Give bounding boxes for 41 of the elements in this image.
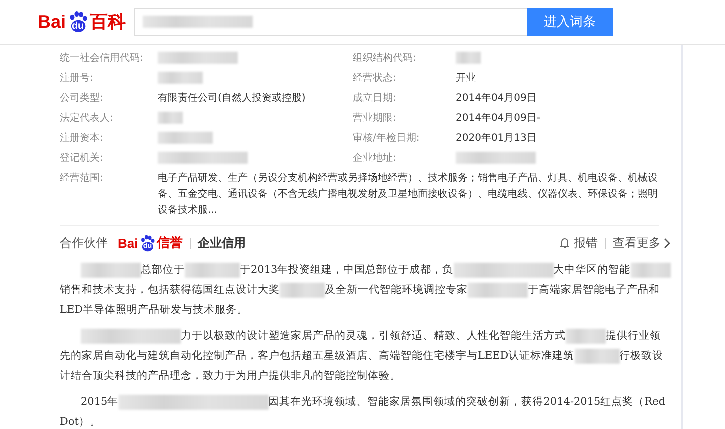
field-value: 2020年01月13日 bbox=[456, 132, 538, 146]
blurred-text bbox=[456, 52, 481, 64]
logo-product: 百科 bbox=[90, 11, 126, 34]
field-label: 注册号: bbox=[60, 72, 94, 86]
business-scope: 电子产品研发、生产（另设分支机构经营或另择场地经营）、技术服务；销售电子产品、灯具、机电设备、机械设备、五金交电、通讯设备（不含无线广播电视发射及卫星地面接收设备）、电缆电线、仪器仪表、环保设备；照明设备技术服... bbox=[158, 172, 659, 218]
field-label: 企业地址: bbox=[353, 152, 398, 166]
blurred-text bbox=[158, 72, 203, 84]
blurred-text bbox=[158, 132, 213, 144]
field-label: 注册资本: bbox=[60, 132, 104, 146]
paw-icon bbox=[139, 234, 156, 252]
field-label: 审核/年检日期: bbox=[353, 132, 421, 146]
paragraph: 总部位于 于2013年投资组建，中国总部位于成都，负 大中华区的智能 销售和技术支持，包括获得德国红点设计大奖 及全新一代智能环境调控专家 于高端家居智能电子产品和LED半导体照明产品研发与技术服务。 bbox=[60, 260, 671, 320]
baike-logo[interactable]: Bai du 百科 bbox=[38, 10, 126, 34]
field-label: 统一社会信用代码: bbox=[60, 52, 144, 66]
field-label: 经营范围: bbox=[60, 172, 104, 186]
chevron-right-icon bbox=[664, 238, 671, 248]
service-label: 企业信用 bbox=[198, 234, 246, 252]
paragraph: 力于以极致的设计塑造家居产品的灵魂，引领舒适、精致、人性化智能生活方式 提供行业领先的家居自动化与建筑自动化控制产品，客户包括超五星级酒店、高端智能住宅楼宇与LEED认证标准建筑 行极致设计结合顶尖科技的产品理念，致力于为用户提供非凡的智能控制体验。 bbox=[60, 328, 665, 384]
blurred-text bbox=[158, 112, 183, 124]
field-label: 成立日期: bbox=[353, 92, 398, 106]
logo-product: 信誉 bbox=[157, 234, 184, 252]
view-more-link[interactable]: 查看更多 bbox=[613, 234, 671, 252]
paragraph: 2015年 因其在光环境领域、智能家居氛围领域的突破创新，获得2014-2015红点奖（Red Dot）。 bbox=[60, 394, 667, 429]
field-label: 组织结构代码: bbox=[353, 52, 418, 66]
field-label: 营业期限: bbox=[353, 112, 398, 126]
logo-brand: Bai bbox=[118, 236, 138, 250]
field-label: 经营状态: bbox=[353, 72, 398, 86]
report-link[interactable]: 报错 bbox=[559, 234, 598, 252]
field-value: 2014年04月09日 bbox=[456, 92, 538, 106]
field-value: 开业 bbox=[456, 72, 477, 86]
field-value: 2014年04月09日- bbox=[456, 112, 542, 126]
enter-entry-button[interactable]: 进入词条 bbox=[527, 8, 614, 36]
bell-icon bbox=[559, 237, 571, 249]
field-label: 登记机关: bbox=[60, 152, 104, 166]
logo-brand: Bai bbox=[38, 12, 66, 32]
partner-label: 合作伙伴 bbox=[60, 234, 108, 252]
search-field[interactable] bbox=[134, 8, 528, 36]
logo-paw-text: du bbox=[70, 22, 86, 32]
field-value: 有限责任公司(自然人投资或控股) bbox=[158, 92, 307, 106]
field-label: 法定代表人: bbox=[60, 112, 114, 126]
field-label: 公司类型: bbox=[60, 92, 104, 106]
